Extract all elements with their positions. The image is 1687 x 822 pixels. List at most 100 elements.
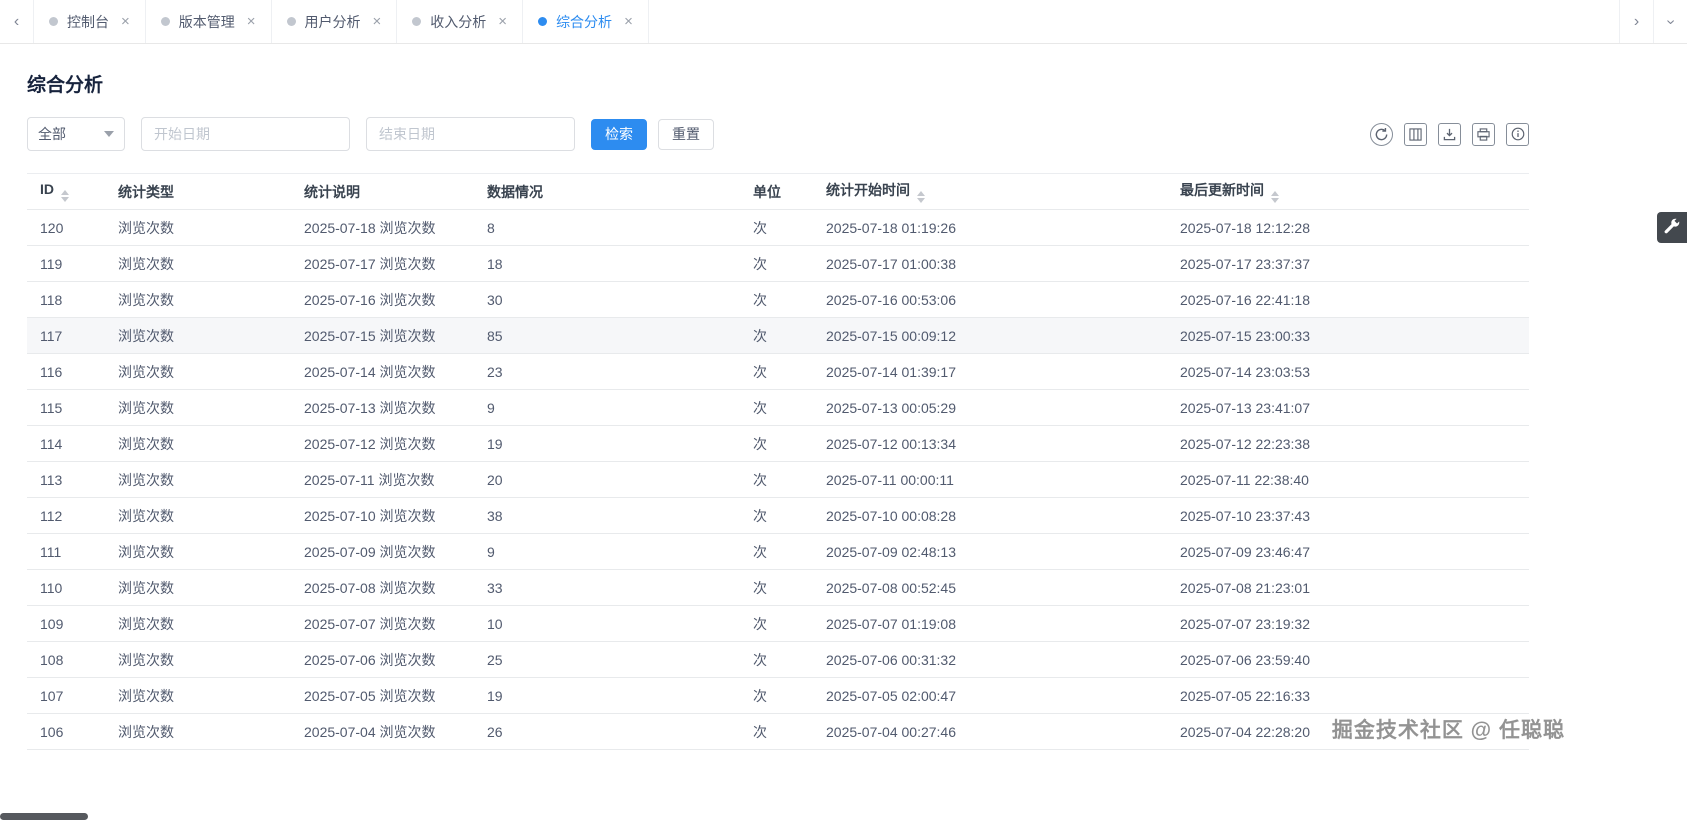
table-cell: 2025-07-14 01:39:17 [813,353,1167,390]
tab-close-icon[interactable]: × [247,14,256,29]
table-cell: 2025-07-17 23:37:37 [1167,245,1529,282]
column-settings-button[interactable] [1404,122,1427,146]
statistics-table: ID 统计类型 统计说明 数据情况 单位 统计开始时间 最后更新时间 120 浏览次数 2025… [27,173,1529,750]
table-cell: 2025-07-04 浏览次数 [291,713,474,750]
tab-close-icon[interactable]: × [624,14,633,29]
table-cell: 2025-07-16 22:41:18 [1167,281,1529,318]
table-cell: 2025-07-04 00:27:46 [813,713,1167,750]
column-header-label: ID [40,181,54,197]
table-cell: 2025-07-06 23:59:40 [1167,641,1529,678]
table-cell: 10 [474,605,740,642]
column-header-label: 单位 [753,183,781,200]
tab-item[interactable]: 综合分析 × [523,0,649,43]
table-row: 109 浏览次数 2025-07-07 浏览次数 10 次 2025-07-07 01:1… [27,605,1529,642]
table-cell: 浏览次数 [105,353,291,390]
tabs-menu-button[interactable]: › [1653,0,1687,43]
tab-label: 收入分析 [430,13,487,30]
table-cell: 2025-07-14 23:03:53 [1167,353,1529,390]
table-cell: 2025-07-09 02:48:13 [813,533,1167,570]
table-cell: 2025-07-18 浏览次数 [291,209,474,246]
type-select[interactable]: 全部 [27,117,125,151]
horizontal-scrollbar[interactable] [0,813,88,820]
tab-label: 版本管理 [178,13,235,30]
refresh-icon [1374,127,1389,142]
tab-close-icon[interactable]: × [498,14,507,29]
column-header[interactable]: 最后更新时间 [1167,173,1529,210]
table-cell: 次 [740,425,813,462]
column-header[interactable]: 统计开始时间 [813,173,1167,210]
tab-item[interactable]: 控制台 × [34,0,146,43]
table-cell: 2025-07-13 浏览次数 [291,389,474,426]
reset-button[interactable]: 重置 [658,118,714,150]
tabs-scroll-left-button[interactable]: ‹ [0,0,34,43]
table-cell: 33 [474,569,740,606]
start-date-input[interactable] [141,117,350,151]
table-cell: 2025-07-05 02:00:47 [813,677,1167,714]
table-cell: 浏览次数 [105,461,291,498]
table-cell: 23 [474,353,740,390]
table-cell: 浏览次数 [105,281,291,318]
export-button[interactable] [1438,122,1461,146]
tab-item[interactable]: 收入分析 × [397,0,524,43]
table-cell: 2025-07-15 浏览次数 [291,317,474,354]
table-cell: 25 [474,641,740,678]
table-cell: 次 [740,245,813,282]
table-cell: 2025-07-10 浏览次数 [291,497,474,534]
table-row: 120 浏览次数 2025-07-18 浏览次数 8 次 2025-07-18 01:19… [27,209,1529,246]
info-button[interactable] [1506,122,1529,146]
table-cell: 114 [27,425,105,462]
settings-fab-button[interactable] [1657,212,1687,243]
tab-item[interactable]: 版本管理 × [146,0,272,43]
table-cell: 106 [27,713,105,750]
table-cell: 次 [740,497,813,534]
type-select-value: 全部 [38,126,66,142]
column-header-label: 统计类型 [118,183,174,200]
table-cell: 浏览次数 [105,389,291,426]
tabs-scroll-right-button[interactable]: › [1619,0,1653,43]
table-cell: 2025-07-08 21:23:01 [1167,569,1529,606]
table-cell: 浏览次数 [105,641,291,678]
table-cell: 2025-07-17 01:00:38 [813,245,1167,282]
print-button[interactable] [1472,122,1495,146]
tab-close-icon[interactable]: × [121,14,130,29]
sort-icon[interactable] [61,190,69,202]
column-header: 单位 [740,173,813,210]
table-row: 115 浏览次数 2025-07-13 浏览次数 9 次 2025-07-13 00:05… [27,389,1529,426]
export-icon [1443,128,1456,141]
table-cell: 次 [740,569,813,606]
refresh-button[interactable] [1370,122,1393,146]
end-date-input[interactable] [366,117,575,151]
table-cell: 2025-07-05 浏览次数 [291,677,474,714]
table-cell: 次 [740,533,813,570]
table-row: 119 浏览次数 2025-07-17 浏览次数 18 次 2025-07-17 01:0… [27,245,1529,282]
search-button[interactable]: 检索 [591,118,647,150]
print-icon [1477,127,1490,141]
sort-icon[interactable] [1271,191,1279,203]
sort-icon[interactable] [917,191,925,203]
table-cell: 9 [474,533,740,570]
tab-item[interactable]: 用户分析 × [272,0,398,43]
tab-status-dot [160,17,170,26]
table-cell: 107 [27,677,105,714]
table-cell: 38 [474,497,740,534]
table-cell: 2025-07-05 22:16:33 [1167,677,1529,714]
table-cell: 2025-07-09 23:46:47 [1167,533,1529,570]
column-header-label: 数据情况 [487,183,543,200]
table-cell: 次 [740,641,813,678]
table-cell: 18 [474,245,740,282]
filter-toolbar: 全部 检索 重置 [27,117,1529,151]
column-header[interactable]: ID [27,173,105,210]
table-cell: 2025-07-06 00:31:32 [813,641,1167,678]
tab-status-dot [412,17,422,26]
table-cell: 2025-07-17 浏览次数 [291,245,474,282]
table-cell: 118 [27,281,105,318]
table-row: 116 浏览次数 2025-07-14 浏览次数 23 次 2025-07-14 01:3… [27,353,1529,390]
table-cell: 次 [740,461,813,498]
table-row: 110 浏览次数 2025-07-08 浏览次数 33 次 2025-07-08 00:5… [27,569,1529,606]
table-tools [1370,122,1529,146]
table-cell: 2025-07-18 12:12:28 [1167,209,1529,246]
tab-close-icon[interactable]: × [373,14,382,29]
table-row: 113 浏览次数 2025-07-11 浏览次数 20 次 2025-07-11 00:0… [27,461,1529,498]
table-cell: 110 [27,569,105,606]
tab-status-dot [538,17,548,26]
